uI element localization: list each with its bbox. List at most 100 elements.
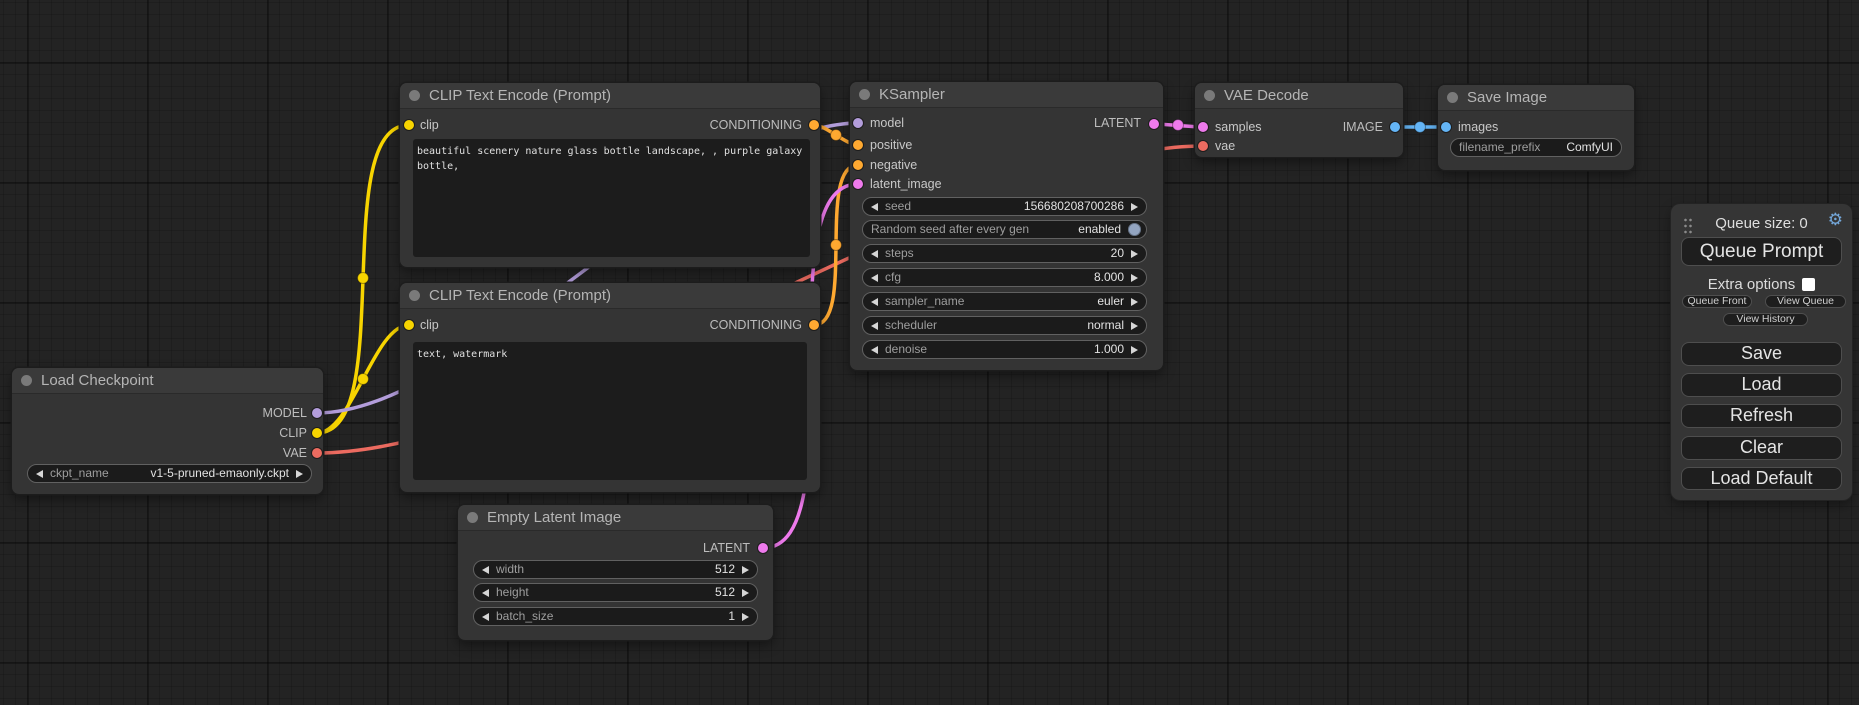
widget-value: v1-5-pruned-emaonly.ckpt <box>150 465 289 482</box>
collapse-dot-icon[interactable] <box>1447 92 1458 103</box>
output-port-model[interactable] <box>312 408 322 418</box>
input-port-samples[interactable] <box>1198 122 1208 132</box>
decrement-arrow-icon[interactable] <box>871 322 878 330</box>
decrement-arrow-icon[interactable] <box>871 346 878 354</box>
widget-label: sampler_name <box>885 293 964 310</box>
node-clip-text-encode-negative[interactable]: CLIP Text Encode (Prompt) clip CONDITION… <box>400 283 820 492</box>
decrement-arrow-icon[interactable] <box>482 613 489 621</box>
widget-steps[interactable]: steps 20 <box>862 244 1147 263</box>
widget-batch-size[interactable]: batch_size 1 <box>473 607 758 626</box>
decrement-arrow-icon[interactable] <box>482 589 489 597</box>
widget-height[interactable]: height 512 <box>473 583 758 602</box>
widget-width[interactable]: width 512 <box>473 560 758 579</box>
node-titlebar[interactable]: Save Image <box>1438 85 1634 111</box>
collapse-dot-icon[interactable] <box>409 90 420 101</box>
collapse-dot-icon[interactable] <box>1204 90 1215 101</box>
decrement-arrow-icon[interactable] <box>36 470 43 478</box>
input-port-clip[interactable] <box>404 320 414 330</box>
queue-front-button[interactable]: Queue Front <box>1682 295 1752 308</box>
collapse-dot-icon[interactable] <box>409 290 420 301</box>
clear-button[interactable]: Clear <box>1681 436 1842 460</box>
output-port-vae[interactable] <box>312 448 322 458</box>
increment-arrow-icon[interactable] <box>742 566 749 574</box>
node-vae-decode[interactable]: VAE Decode samples vae IMAGE <box>1195 83 1403 157</box>
output-port-clip[interactable] <box>312 428 322 438</box>
increment-arrow-icon[interactable] <box>1131 346 1138 354</box>
extra-options-checkbox[interactable] <box>1802 278 1815 291</box>
decrement-arrow-icon[interactable] <box>871 274 878 282</box>
widget-random-seed-toggle[interactable]: Random seed after every gen enabled <box>862 220 1147 239</box>
output-port-conditioning[interactable] <box>809 320 819 330</box>
node-save-image[interactable]: Save Image images filename_prefix ComfyU… <box>1438 85 1634 170</box>
output-port-latent[interactable] <box>758 543 768 553</box>
increment-arrow-icon[interactable] <box>742 613 749 621</box>
decrement-arrow-icon[interactable] <box>871 298 878 306</box>
decrement-arrow-icon[interactable] <box>871 203 878 211</box>
load-default-button[interactable]: Load Default <box>1681 467 1842 490</box>
input-port-negative[interactable] <box>853 160 863 170</box>
collapse-dot-icon[interactable] <box>21 375 32 386</box>
decrement-arrow-icon[interactable] <box>482 566 489 574</box>
output-label-latent: LATENT <box>703 542 750 555</box>
node-title: CLIP Text Encode (Prompt) <box>429 287 611 304</box>
node-title: Save Image <box>1467 89 1547 106</box>
increment-arrow-icon[interactable] <box>1131 322 1138 330</box>
node-clip-text-encode-positive[interactable]: CLIP Text Encode (Prompt) clip CONDITION… <box>400 83 820 267</box>
input-port-model[interactable] <box>853 118 863 128</box>
save-button[interactable]: Save <box>1681 342 1842 366</box>
node-titlebar[interactable]: VAE Decode <box>1195 83 1403 109</box>
output-label-conditioning: CONDITIONING <box>710 119 802 132</box>
input-port-images[interactable] <box>1441 122 1451 132</box>
node-titlebar[interactable]: CLIP Text Encode (Prompt) <box>400 283 820 309</box>
link-midpoint-dot <box>1173 120 1184 131</box>
increment-arrow-icon[interactable] <box>1131 250 1138 258</box>
widget-scheduler[interactable]: scheduler normal <box>862 316 1147 335</box>
collapse-dot-icon[interactable] <box>467 512 478 523</box>
widget-label: width <box>496 561 524 578</box>
queue-prompt-button[interactable]: Queue Prompt <box>1681 237 1842 266</box>
output-label-model: MODEL <box>263 407 307 420</box>
positive-prompt-textarea[interactable]: beautiful scenery nature glass bottle la… <box>413 139 810 257</box>
decrement-arrow-icon[interactable] <box>871 250 878 258</box>
widget-ckpt-name[interactable]: ckpt_name v1-5-pruned-emaonly.ckpt <box>27 464 312 483</box>
increment-arrow-icon[interactable] <box>742 589 749 597</box>
refresh-button[interactable]: Refresh <box>1681 404 1842 428</box>
widget-denoise[interactable]: denoise 1.000 <box>862 340 1147 359</box>
output-port-latent[interactable] <box>1149 119 1159 129</box>
widget-value: 512 <box>715 584 735 601</box>
node-titlebar[interactable]: Load Checkpoint <box>12 368 323 394</box>
increment-arrow-icon[interactable] <box>1131 203 1138 211</box>
node-ksampler[interactable]: KSampler model positive negative latent_… <box>850 82 1163 370</box>
widget-label: denoise <box>885 341 927 358</box>
view-history-button[interactable]: View History <box>1723 313 1808 326</box>
widget-seed[interactable]: seed 156680208700286 <box>862 197 1147 216</box>
widget-cfg[interactable]: cfg 8.000 <box>862 268 1147 287</box>
node-titlebar[interactable]: Empty Latent Image <box>458 505 773 531</box>
comfyui-canvas[interactable]: { "colors": { "model": "#B39DDB", "clip"… <box>0 0 1859 705</box>
node-titlebar[interactable]: CLIP Text Encode (Prompt) <box>400 83 820 109</box>
view-queue-button[interactable]: View Queue <box>1765 295 1846 308</box>
output-port-image[interactable] <box>1390 122 1400 132</box>
input-port-vae[interactable] <box>1198 141 1208 151</box>
node-titlebar[interactable]: KSampler <box>850 82 1163 108</box>
widget-sampler-name[interactable]: sampler_name euler <box>862 292 1147 311</box>
widget-value: 1 <box>728 608 735 625</box>
collapse-dot-icon[interactable] <box>859 89 870 100</box>
input-port-clip[interactable] <box>404 120 414 130</box>
load-button[interactable]: Load <box>1681 373 1842 397</box>
input-port-positive[interactable] <box>853 140 863 150</box>
node-title: VAE Decode <box>1224 87 1309 104</box>
increment-arrow-icon[interactable] <box>1131 274 1138 282</box>
node-load-checkpoint[interactable]: Load Checkpoint MODEL CLIP VAE ckpt_name… <box>12 368 323 494</box>
increment-arrow-icon[interactable] <box>1131 298 1138 306</box>
toggle-circle-icon[interactable] <box>1128 223 1141 236</box>
widget-filename-prefix[interactable]: filename_prefix ComfyUI <box>1450 138 1622 157</box>
output-port-conditioning[interactable] <box>809 120 819 130</box>
input-port-latent-image[interactable] <box>853 179 863 189</box>
input-label-clip: clip <box>420 319 439 332</box>
widget-label: scheduler <box>885 317 937 334</box>
gear-icon[interactable]: ⚙ <box>1828 210 1843 230</box>
negative-prompt-textarea[interactable]: text, watermark <box>413 342 807 480</box>
increment-arrow-icon[interactable] <box>296 470 303 478</box>
node-empty-latent-image[interactable]: Empty Latent Image LATENT width 512 heig… <box>458 505 773 640</box>
